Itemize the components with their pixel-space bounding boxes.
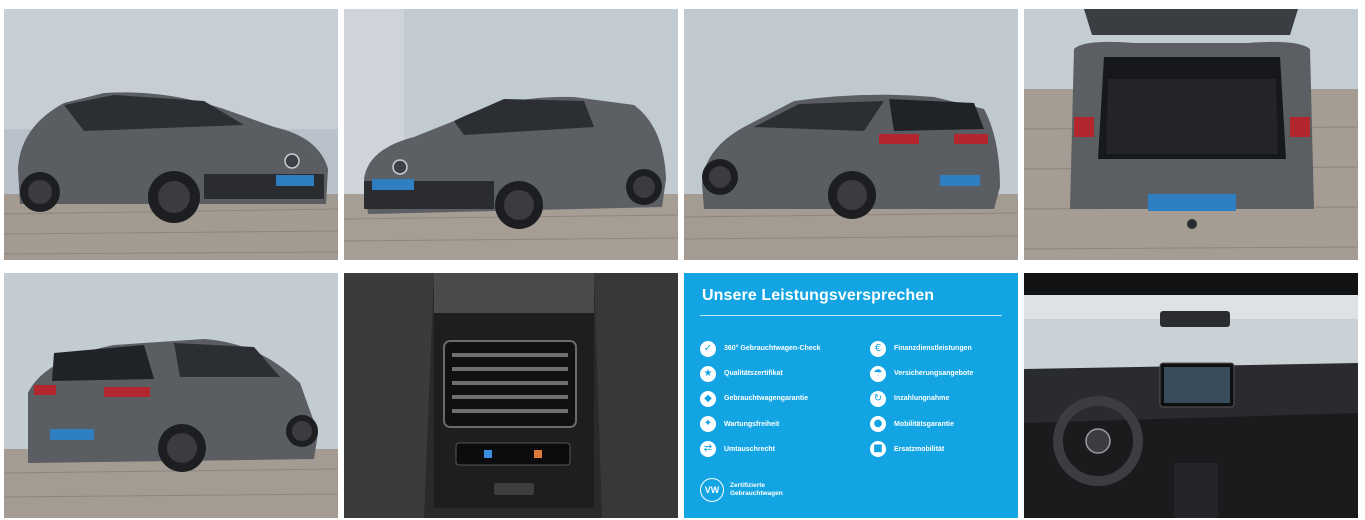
exchange-icon: ⇄ [700,441,716,458]
promo-item-label: Finanzdienstleistungen [894,345,972,353]
car-photo-image [684,9,1018,260]
umbrella-icon: ☂ [870,365,886,382]
promo-item-label: Gebrauchtwagengarantie [724,395,809,403]
photo-front-right-exterior[interactable] [344,9,678,260]
promo-list-left: ✓ 360° Gebrauchtwagen-Check ★ Qualitätsz… [700,336,821,462]
brand-text: Zertifizierte Gebrauchtwagen [730,482,800,498]
photo-rear-air-vents[interactable] [344,273,678,518]
photo-rear-right-exterior[interactable] [4,273,338,518]
car-photo-image [4,273,338,518]
car-icon: ● [870,416,886,433]
check-circle-icon: ✓ [700,340,716,357]
brand-line-1: Zertifizierte [730,482,766,489]
car-photo-image [4,9,338,260]
promo-item: ✦ Wartungsfreiheit [700,412,821,437]
replacement-car-icon: ■ [870,441,886,458]
shield-icon: ◆ [700,390,716,407]
promo-item: ✓ 360° Gebrauchtwagen-Check [700,336,821,361]
vw-logo-icon: VW [700,478,724,502]
promo-services-card[interactable]: Unsere Leistungsversprechen ✓ 360° Gebra… [684,273,1018,518]
promo-item-label: 360° Gebrauchtwagen-Check [724,345,821,353]
car-photo-image [344,273,678,518]
photo-gallery: Unsere Leistungsversprechen ✓ 360° Gebra… [0,0,1365,520]
certificate-icon: ★ [700,365,716,382]
car-photo-image [1024,273,1358,518]
car-photo-image [344,9,678,260]
promo-item-label: Ersatzmobilität [894,445,945,453]
photo-open-trunk[interactable] [1024,9,1358,260]
promo-item-label: Umtauschrecht [724,445,775,453]
promo-item: ◆ Gebrauchtwagengarantie [700,386,821,411]
promo-item: ↻ Inzahlungnahme [870,386,973,411]
promo-item: € Finanzdienstleistungen [870,336,973,361]
photo-dashboard-interior[interactable] [1024,273,1358,518]
promo-item: ★ Qualitätszertifikat [700,361,821,386]
promo-item-label: Inzahlungnahme [894,395,950,403]
promo-list-right: € Finanzdienstleistungen ☂ Versicherungs… [870,336,973,462]
promo-item-label: Wartungsfreiheit [724,420,780,428]
promo-item-label: Qualitätszertifikat [724,370,783,378]
photo-rear-left-exterior[interactable] [684,9,1018,260]
promo-item: ● Mobilitätsgarantie [870,412,973,437]
promo-item-label: Mobilitätsgarantie [894,420,954,428]
promo-item: ⇄ Umtauschrecht [700,437,821,462]
wrench-icon: ✦ [700,416,716,433]
promo-item-label: Versicherungsangebote [894,370,974,378]
trade-in-icon: ↻ [870,390,886,407]
car-photo-image [1024,9,1358,260]
certified-used-cars-brand: VW Zertifizierte Gebrauchtwagen [700,478,800,502]
brand-line-2: Gebrauchtwagen [730,490,783,497]
promo-item: ☂ Versicherungsangebote [870,361,973,386]
promo-title: Unsere Leistungsversprechen [702,287,935,304]
vw-logo-text: VW [704,485,720,495]
promo-divider [700,315,1002,316]
promo-item: ■ Ersatzmobilität [870,437,973,462]
finance-icon: € [870,340,886,357]
photo-front-left-exterior[interactable] [4,9,338,260]
